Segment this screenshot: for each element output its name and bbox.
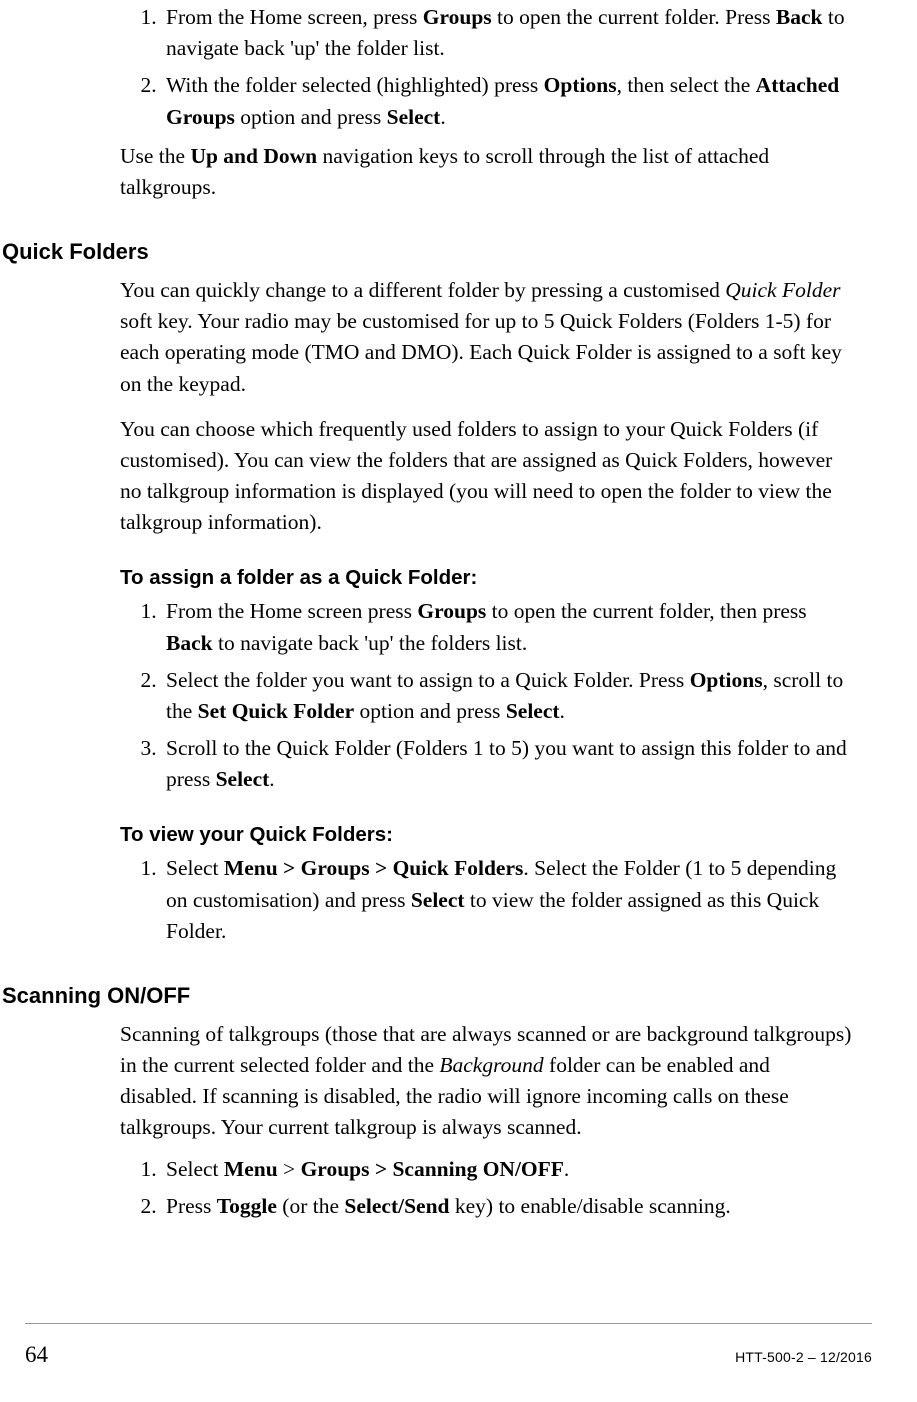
text: key) to enable/disable scanning. xyxy=(450,1194,731,1218)
text: You can quickly change to a different fo… xyxy=(120,278,725,302)
bold-term: Select xyxy=(506,699,560,723)
bold-term: Select xyxy=(411,888,465,912)
text: option and press xyxy=(235,105,387,129)
paragraph: Scanning of talkgroups (those that are a… xyxy=(120,1019,852,1144)
paragraph: Use the Up and Down navigation keys to s… xyxy=(120,141,852,203)
text: . xyxy=(440,105,445,129)
text: Select xyxy=(166,1157,224,1181)
bold-term: Menu > Groups > Quick Folders xyxy=(224,856,523,880)
view-ordered-list: Select Menu > Groups > Quick Folders. Se… xyxy=(120,853,852,947)
text: From the Home screen press xyxy=(166,599,417,623)
italic-term: Background xyxy=(439,1053,543,1077)
italic-term: Quick Folder xyxy=(725,278,840,302)
page: From the Home screen, press Groups to op… xyxy=(0,0,917,1402)
bold-term: Menu xyxy=(224,1157,278,1181)
assign-ordered-list: From the Home screen press Groups to ope… xyxy=(120,596,852,795)
text: to open the current folder, then press xyxy=(486,599,806,623)
list-item: Press Toggle (or the Select/Send key) to… xyxy=(162,1191,852,1222)
text: (or the xyxy=(277,1194,344,1218)
text: option and press xyxy=(354,699,506,723)
text: From the Home screen, press xyxy=(166,5,423,29)
bold-term: Groups > Scanning ON/OFF xyxy=(301,1157,564,1181)
list-item: Select Menu > Groups > Quick Folders. Se… xyxy=(162,853,852,947)
page-footer: 64 HTT-500-2 – 12/2016 xyxy=(0,1323,917,1368)
bold-term: Back xyxy=(776,5,823,29)
list-item: With the folder selected (highlighted) p… xyxy=(162,70,852,132)
text: to open the current folder. Press xyxy=(492,5,776,29)
page-number: 64 xyxy=(25,1342,48,1368)
text: to navigate back 'up' the folders list. xyxy=(213,631,528,655)
text: . xyxy=(560,699,565,723)
bold-term: Options xyxy=(544,73,617,97)
list-item: Select Menu > Groups > Scanning ON/OFF. xyxy=(162,1154,852,1185)
list-item: Select the folder you want to assign to … xyxy=(162,665,852,727)
intro-ordered-list: From the Home screen, press Groups to op… xyxy=(120,2,852,133)
sub-heading-assign: To assign a folder as a Quick Folder: xyxy=(120,566,852,590)
content-area: From the Home screen, press Groups to op… xyxy=(0,0,872,1222)
text: . xyxy=(269,767,274,791)
sub-heading-view: To view your Quick Folders: xyxy=(120,823,852,847)
text: , then select the xyxy=(617,73,756,97)
bold-term: Select xyxy=(387,105,441,129)
scanning-ordered-list: Select Menu > Groups > Scanning ON/OFF. … xyxy=(120,1154,852,1222)
bold-term: Options xyxy=(690,668,763,692)
text: . xyxy=(564,1157,569,1181)
list-item: From the Home screen, press Groups to op… xyxy=(162,2,852,64)
text: Press xyxy=(166,1194,217,1218)
bold-term: Set Quick Folder xyxy=(198,699,354,723)
bold-term: Back xyxy=(166,631,213,655)
section-heading-quick-folders: Quick Folders xyxy=(0,239,852,265)
bold-term: Groups xyxy=(423,5,492,29)
bold-term: Select/Send xyxy=(344,1194,449,1218)
footer-row: 64 HTT-500-2 – 12/2016 xyxy=(25,1342,872,1368)
section-heading-scanning: Scanning ON/OFF xyxy=(0,983,852,1009)
bold-term: Toggle xyxy=(217,1194,277,1218)
text: Select the folder you want to assign to … xyxy=(166,668,690,692)
text: With the folder selected (highlighted) p… xyxy=(166,73,544,97)
bold-term: Select xyxy=(216,767,270,791)
list-item: From the Home screen press Groups to ope… xyxy=(162,596,852,658)
bold-term: Up and Down xyxy=(190,144,317,168)
text: Use the xyxy=(120,144,190,168)
text: > xyxy=(278,1157,301,1181)
bold-term: Groups xyxy=(417,599,486,623)
text: Select xyxy=(166,856,224,880)
document-id: HTT-500-2 – 12/2016 xyxy=(735,1349,872,1365)
text: soft key. Your radio may be customised f… xyxy=(120,309,842,395)
paragraph: You can quickly change to a different fo… xyxy=(120,275,852,400)
list-item: Scroll to the Quick Folder (Folders 1 to… xyxy=(162,733,852,795)
paragraph: You can choose which frequently used fol… xyxy=(120,414,852,539)
footer-divider xyxy=(25,1323,872,1324)
